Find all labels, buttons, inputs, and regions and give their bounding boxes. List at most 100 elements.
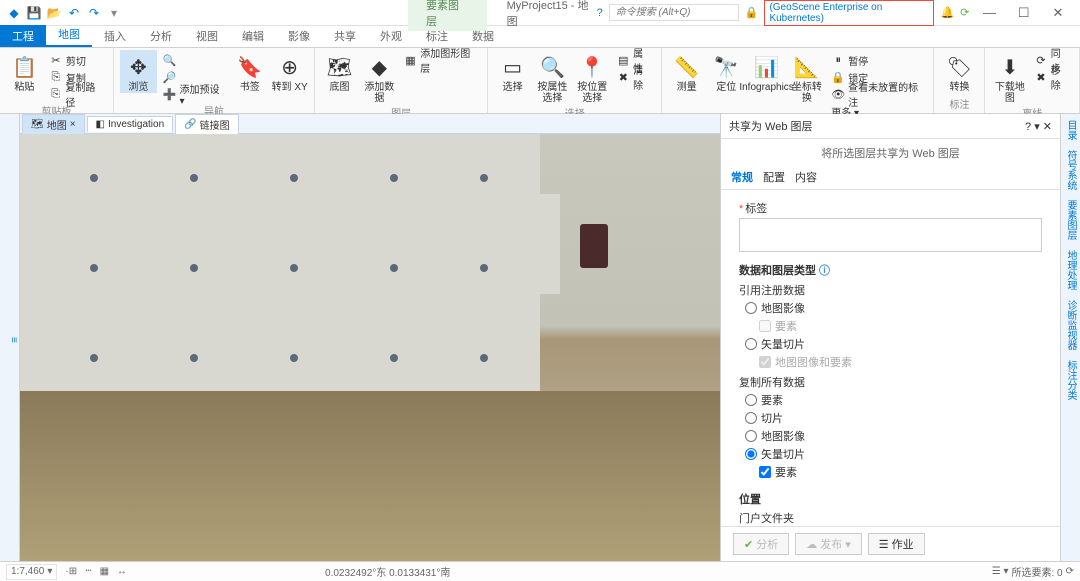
close-icon[interactable]: × (70, 119, 76, 130)
info-icon: 📊 (753, 53, 781, 81)
ribbon-tab-map[interactable]: 地图 (46, 23, 92, 47)
info-icon[interactable]: ⓘ (819, 262, 830, 278)
close-button[interactable]: ✕ (1044, 3, 1072, 23)
check-mapimg-feat (759, 356, 771, 368)
maximize-button[interactable]: ☐ (1010, 3, 1038, 23)
paste-button[interactable]: 📋粘贴 (6, 50, 43, 93)
ribbon-tab-edit[interactable]: 编辑 (230, 25, 276, 47)
contents-icon[interactable]: ≡ (8, 337, 19, 343)
refresh-icon[interactable]: ⟳ (1066, 566, 1074, 577)
coord-icon: 📐 (793, 53, 821, 81)
status-icon-4[interactable]: ↔ (117, 566, 127, 577)
status-icon-1[interactable]: ·⊞ (65, 566, 77, 577)
status-icon-2[interactable]: ⵈ (85, 566, 91, 577)
map-canvas[interactable] (20, 134, 720, 561)
view-tab-investigation[interactable]: ◧Investigation (87, 116, 174, 132)
goto-xy-button[interactable]: ⊕转到 XY (271, 50, 308, 93)
tag-input[interactable] (739, 218, 1042, 252)
copypath-button[interactable]: ⎘复制路径 (46, 86, 107, 102)
ribbon-tab-insert[interactable]: 插入 (92, 25, 138, 47)
panel-close-icon[interactable]: ✕ (1043, 121, 1052, 133)
symbology-rail[interactable]: 符号系统 (1063, 150, 1078, 190)
unplaced-button[interactable]: 👁查看未放置的标注 (828, 86, 927, 102)
measure-button[interactable]: 📏测量 (668, 50, 705, 93)
ribbon-tab-view[interactable]: 视图 (184, 25, 230, 47)
ribbon-tab-data[interactable]: 数据 (460, 25, 506, 47)
remove-button[interactable]: ✖移除 (1031, 69, 1073, 85)
account-label[interactable]: (GeoScene Enterprise on Kubernetes) (764, 0, 934, 26)
select-button[interactable]: ▭选择 (494, 50, 531, 93)
add-imglayer-button[interactable]: ▦添加图形图层 (401, 52, 481, 68)
nav-zoom-in[interactable]: 🔍 (160, 52, 229, 68)
infographics-button[interactable]: 📊Infographics (748, 50, 786, 93)
ribbon-tab-label[interactable]: 标注 (414, 25, 460, 47)
catalog-rail[interactable]: 目录 (1063, 120, 1078, 140)
select-byloc-button[interactable]: 📍按位置选择 (574, 50, 611, 104)
pause-button[interactable]: ⏸暂停 (828, 52, 927, 68)
panel-tab-general[interactable]: 常规 (731, 169, 753, 185)
bookmarks-button[interactable]: 🔖书签 (231, 50, 268, 93)
sync-icon[interactable]: ⟳ (960, 6, 969, 19)
ribbon-tab-share[interactable]: 共享 (322, 25, 368, 47)
notification-icon[interactable]: 🔔 (940, 6, 954, 19)
coord-convert-button[interactable]: 📐坐标转换 (789, 50, 826, 104)
lock-icon2: 🔒 (831, 70, 845, 84)
analyze-button[interactable]: ✔分析 (733, 533, 789, 555)
command-search-input[interactable] (609, 4, 739, 21)
tag-field-label: 标签 (739, 200, 1042, 216)
radio-vectortile[interactable] (745, 338, 757, 350)
check-feature2[interactable] (759, 466, 771, 478)
browse-button[interactable]: ✥浏览 (120, 50, 157, 93)
radio-feature2[interactable] (745, 394, 757, 406)
radio-mapimg2[interactable] (745, 430, 757, 442)
download-button[interactable]: ⬇下载地图 (991, 50, 1028, 104)
radio-vectortile2[interactable] (745, 448, 757, 460)
inv-icon: ◧ (96, 119, 105, 130)
qat-more-icon[interactable]: ▾ (106, 5, 122, 21)
view-tab-map[interactable]: 🗺地图× (22, 114, 85, 134)
panel-tab-config[interactable]: 配置 (763, 169, 785, 185)
measure-icon: 📏 (673, 53, 701, 81)
ribbon-tab-project[interactable]: 工程 (0, 25, 46, 47)
panel-help-icon[interactable]: ? ▾ (1025, 121, 1040, 133)
panel-subtitle: 将所选图层共享为 Web 图层 (721, 139, 1060, 167)
undo-icon[interactable]: ↶ (66, 5, 82, 21)
minimize-button[interactable]: — (975, 3, 1003, 23)
diagnostic-rail[interactable]: 诊断监视器 (1063, 300, 1078, 350)
open-icon[interactable]: 📂 (46, 5, 62, 21)
panel-tab-content[interactable]: 内容 (795, 169, 817, 185)
convert-icon: 🏷 (945, 53, 973, 81)
basemap-icon: 🗺 (325, 53, 353, 81)
selection-icon[interactable]: ☰ ▾ (992, 566, 1009, 577)
geoprocess-rail[interactable]: 地理处理 (1063, 250, 1078, 290)
redo-icon[interactable]: ↷ (86, 5, 102, 21)
radio-mapimg[interactable] (745, 302, 757, 314)
labelclass-rail[interactable]: 标注分类 (1063, 360, 1078, 400)
ribbon-tab-imagery[interactable]: 影像 (276, 25, 322, 47)
scale-box[interactable]: 1:7,460▾ (6, 564, 57, 580)
elements-rail[interactable]: 要素图层 (1063, 200, 1078, 240)
radio-tile[interactable] (745, 412, 757, 424)
jobs-button[interactable]: ☰作业 (868, 533, 925, 555)
xy-icon: ⊕ (276, 53, 304, 81)
ribbon-tab-analysis[interactable]: 分析 (138, 25, 184, 47)
convert-button[interactable]: 🏷转换 (940, 50, 978, 93)
group-annotate-label: 标注 (940, 95, 978, 111)
cut-icon: ✂ (49, 53, 63, 67)
save-icon[interactable]: 💾 (26, 5, 42, 21)
left-rail[interactable]: ≡ (0, 114, 20, 561)
view-tab-link[interactable]: 🔗链接图 (175, 114, 238, 134)
select-byattr-button[interactable]: 🔍按属性选择 (534, 50, 571, 104)
basemap-button[interactable]: 🗺底图 (321, 50, 358, 93)
right-rail[interactable]: 目录 符号系统 要素图层 地理处理 诊断监视器 标注分类 (1060, 114, 1080, 561)
cut-button[interactable]: ✂剪切 (46, 52, 107, 68)
ribbon-tab-appearance[interactable]: 外观 (368, 25, 414, 47)
status-icon-3[interactable]: ▦ (100, 566, 109, 577)
browse-icon: ✥ (124, 53, 152, 81)
adddata-button[interactable]: ◆添加数据 (361, 50, 398, 104)
publish-button[interactable]: ☁发布 ▾ (795, 533, 862, 555)
adddata-icon: ◆ (365, 53, 393, 81)
clear-button[interactable]: ✖清除 (614, 69, 656, 85)
help-icon[interactable]: ? (597, 7, 603, 19)
add-preset-button[interactable]: ➕添加预设 ▾ (160, 86, 229, 102)
